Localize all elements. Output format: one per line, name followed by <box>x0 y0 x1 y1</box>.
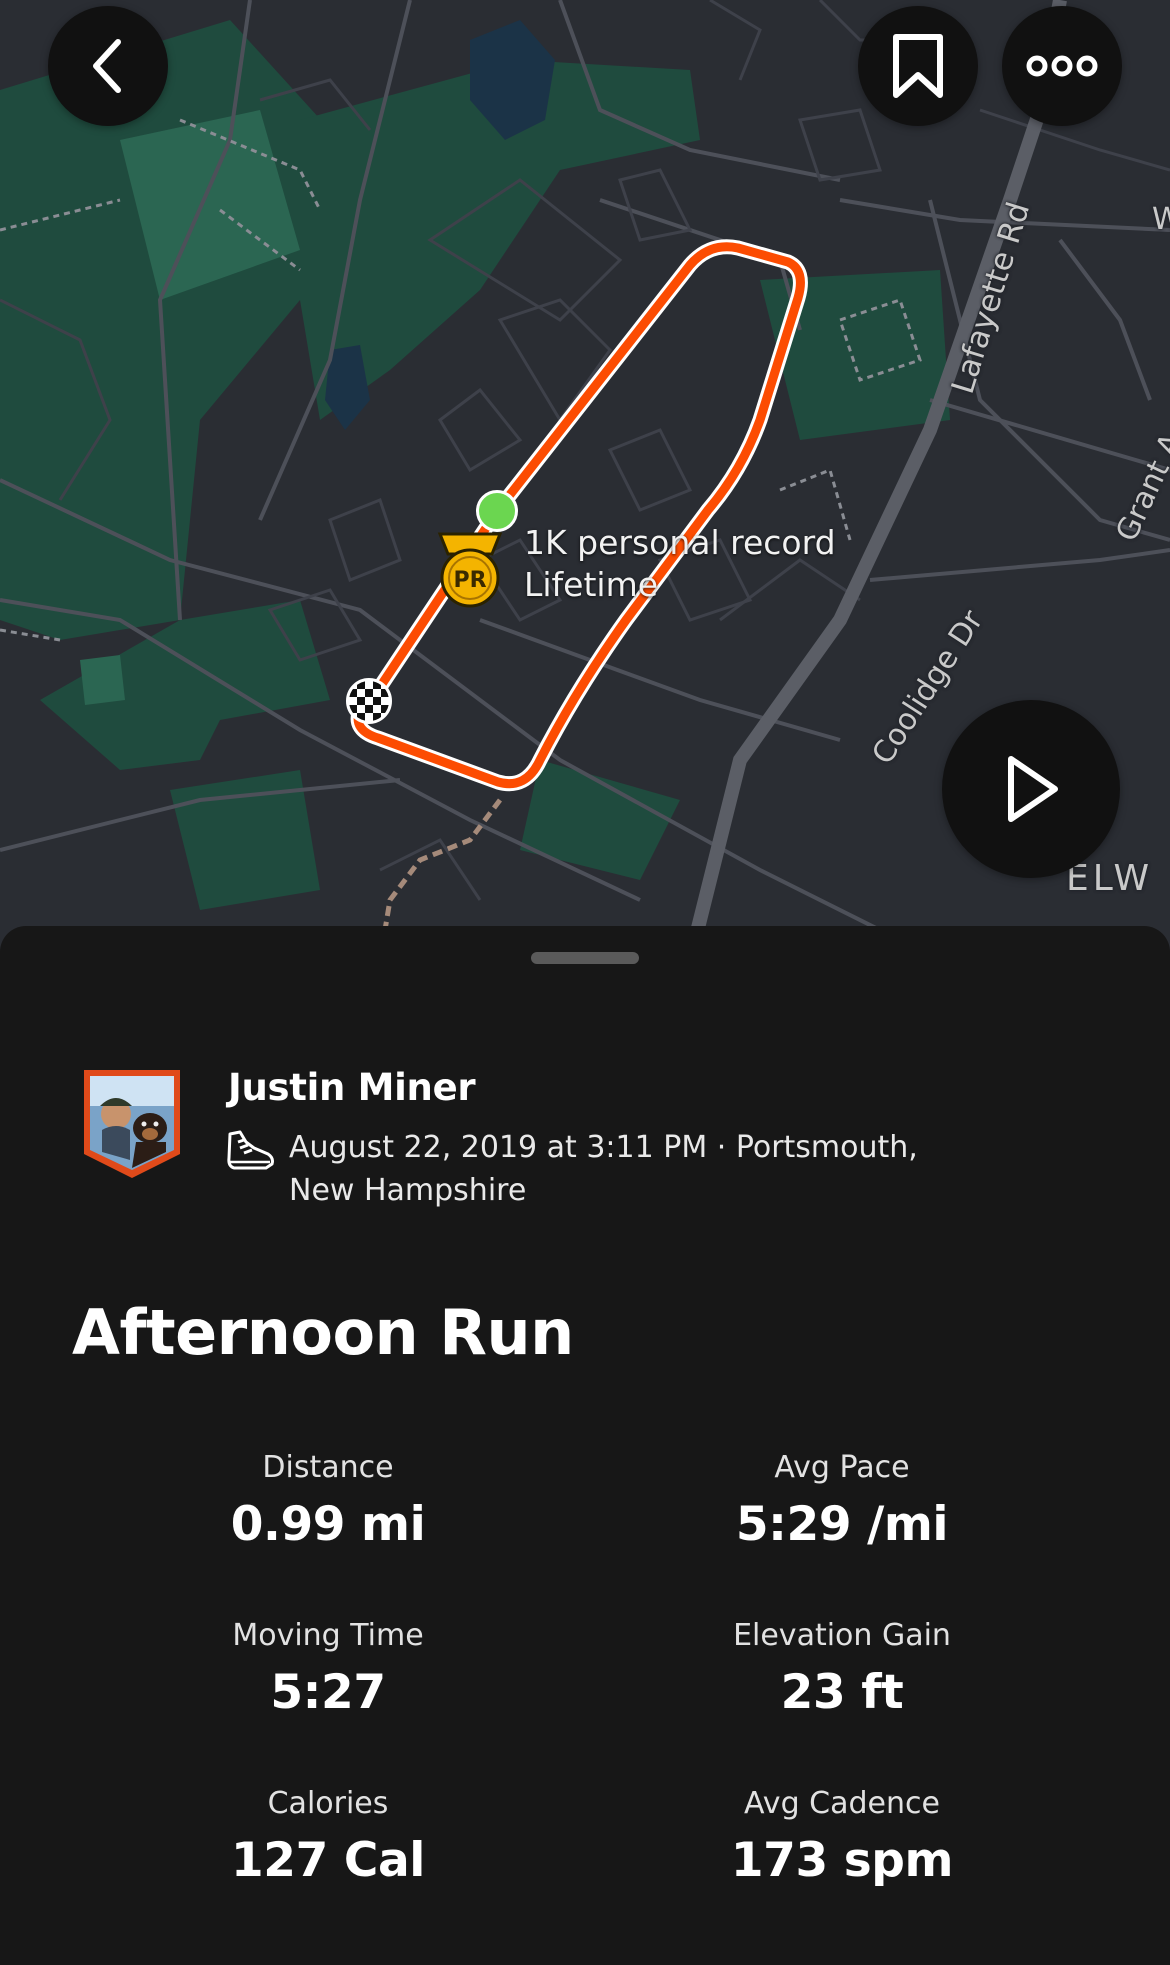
more-options-button[interactable] <box>1002 6 1122 126</box>
stat-value: 23 ft <box>780 1665 904 1720</box>
stat-avg-pace: Avg Pace 5:29 /mi <box>632 1450 1052 1552</box>
pr-title: 1K personal record <box>524 523 836 562</box>
stat-label: Avg Pace <box>774 1450 910 1485</box>
more-dots-icon <box>1026 55 1098 77</box>
pr-badge-text: PR <box>453 568 486 593</box>
activity-meta: August 22, 2019 at 3:11 PM · Portsmouth,… <box>289 1130 918 1208</box>
sheet-drag-handle[interactable] <box>531 952 639 964</box>
stat-label: Elevation Gain <box>733 1618 951 1653</box>
stat-label: Distance <box>262 1450 394 1485</box>
save-route-button[interactable] <box>858 6 978 126</box>
road-label-w: W <box>1152 202 1170 237</box>
activity-sheet: Justin Miner August 22, 2019 at 3:11 PM … <box>0 926 1170 1965</box>
stat-value: 127 Cal <box>231 1833 425 1888</box>
stat-value: 173 spm <box>730 1833 954 1888</box>
chevron-left-icon <box>93 39 121 93</box>
stat-calories: Calories 127 Cal <box>118 1786 538 1888</box>
avatar[interactable] <box>82 1068 182 1180</box>
play-flyover-button[interactable] <box>942 700 1120 878</box>
play-icon <box>1008 756 1058 822</box>
pr-medal-icon[interactable]: PR <box>434 528 506 608</box>
pr-annotation[interactable]: 1K personal record Lifetime <box>524 522 836 606</box>
route-map[interactable]: PR 1K personal record Lifetime Lafayette… <box>0 0 1170 960</box>
stat-value: 5:29 /mi <box>735 1497 949 1552</box>
running-shoe-icon <box>227 1130 274 1170</box>
finish-flag-icon <box>346 678 392 724</box>
stat-label: Calories <box>267 1786 389 1821</box>
stat-avg-cadence: Avg Cadence 173 spm <box>632 1786 1052 1888</box>
stat-moving-time: Moving Time 5:27 <box>118 1618 538 1720</box>
back-button[interactable] <box>48 6 168 126</box>
athlete-name[interactable]: Justin Miner <box>228 1066 476 1109</box>
stat-label: Avg Cadence <box>744 1786 940 1821</box>
pr-subtitle: Lifetime <box>524 565 659 604</box>
road-label-elw: ELW <box>1066 858 1154 899</box>
stat-label: Moving Time <box>232 1618 424 1653</box>
stat-value: 5:27 <box>270 1665 386 1720</box>
start-marker <box>476 490 518 532</box>
stat-elevation-gain: Elevation Gain 23 ft <box>632 1618 1052 1720</box>
stat-distance: Distance 0.99 mi <box>118 1450 538 1552</box>
activity-title: Afternoon Run <box>72 1296 574 1369</box>
bookmark-icon <box>893 34 943 98</box>
stat-value: 0.99 mi <box>230 1497 426 1552</box>
